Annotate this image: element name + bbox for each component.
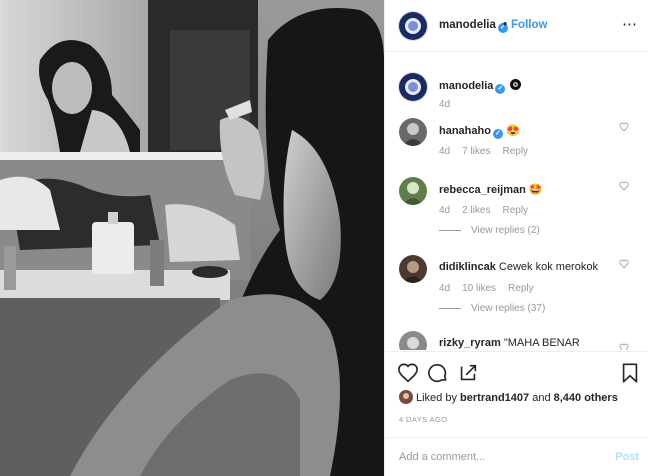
- avatar-image: [399, 177, 427, 205]
- add-comment-bar: Post: [385, 437, 648, 476]
- comment-heart-icon[interactable]: [619, 181, 629, 191]
- likes-prefix: Liked by: [416, 392, 457, 404]
- comment-username[interactable]: rizky_ryram "MAHA BENAR: [439, 337, 580, 349]
- avatar-image: [399, 331, 427, 350]
- comment-text: 🤩: [528, 184, 543, 196]
- instagram-post-modal: manodelia ✓ • Follow ⋯ manodelia ✓ 4d hana: [0, 0, 648, 476]
- comment-avatar[interactable]: [399, 118, 427, 146]
- comment-likes[interactable]: 7 likes: [462, 146, 490, 157]
- reply-button[interactable]: Reply: [502, 146, 528, 157]
- comment-text: 😍: [506, 125, 520, 137]
- comment-username[interactable]: didiklincak Cewek kok merokok: [439, 261, 598, 273]
- comment-meta: 4d 7 likes Reply: [439, 146, 540, 157]
- camera-emoji-icon: [510, 79, 522, 90]
- avatar-image: [399, 73, 427, 101]
- caption-avatar[interactable]: [399, 73, 427, 101]
- comment-heart-icon[interactable]: [619, 343, 629, 350]
- comment-username[interactable]: rebecca_reijman 🤩: [439, 183, 543, 196]
- comment-likes[interactable]: 10 likes: [462, 283, 496, 294]
- liker-avatar: [399, 390, 413, 404]
- avatar-image: [399, 12, 427, 40]
- comment-username[interactable]: hanahaho ✓ 😍: [439, 124, 520, 139]
- post-photo[interactable]: [0, 0, 384, 476]
- comment-time: 4d: [439, 146, 451, 157]
- comment-bubble-icon[interactable]: [427, 362, 449, 384]
- verified-badge-icon: ✓: [495, 84, 506, 94]
- post-date[interactable]: 4 DAYS AGO: [399, 415, 447, 424]
- caption-time: 4d: [439, 99, 451, 110]
- author-avatar[interactable]: [399, 12, 427, 40]
- comments-list[interactable]: manodelia ✓ 4d hanahaho ✓ 😍 4d 7 likes Reply: [385, 53, 648, 350]
- avatar-image: [399, 390, 413, 404]
- comment-text: Cewek kok merokok: [498, 261, 598, 273]
- verified-badge-icon: ✓: [492, 129, 503, 139]
- comment-avatar[interactable]: [399, 177, 427, 205]
- avatar-image: [399, 118, 427, 146]
- liker-username[interactable]: bertrand1407: [460, 392, 529, 404]
- follow-label: Follow: [511, 19, 548, 31]
- view-replies-button[interactable]: View replies (37): [439, 303, 545, 314]
- photo-image: [0, 0, 384, 476]
- bookmark-icon[interactable]: [619, 362, 641, 384]
- comment-likes[interactable]: 2 likes: [462, 205, 490, 216]
- caption-username[interactable]: manodelia ✓: [439, 79, 522, 94]
- avatar-image: [399, 255, 427, 283]
- comment-heart-icon[interactable]: [619, 259, 629, 269]
- post-comment-button[interactable]: Post: [615, 451, 639, 463]
- comment-meta: 4d 10 likes Reply: [439, 283, 546, 294]
- post-side-panel: manodelia ✓ • Follow ⋯ manodelia ✓ 4d hana: [384, 0, 648, 476]
- add-comment-input[interactable]: [399, 451, 599, 463]
- comment-text: "MAHA BENAR: [503, 337, 580, 349]
- view-replies-button[interactable]: View replies (2): [439, 225, 540, 236]
- likes-and: and: [532, 392, 551, 404]
- separator-dot: •: [503, 19, 508, 31]
- comment-heart-icon[interactable]: [619, 122, 629, 132]
- share-icon[interactable]: [457, 362, 479, 384]
- follow-button[interactable]: • Follow: [503, 19, 547, 31]
- author-username[interactable]: manodelia ✓: [439, 19, 508, 33]
- post-header: manodelia ✓ • Follow ⋯: [385, 0, 648, 52]
- likes-others-count[interactable]: 8,440 others: [554, 392, 618, 404]
- more-options-icon[interactable]: ⋯: [622, 15, 638, 33]
- comment-time: 4d: [439, 283, 451, 294]
- likes-summary[interactable]: Liked by bertrand1407 and 8,440 others: [399, 390, 618, 404]
- reply-button[interactable]: Reply: [508, 283, 534, 294]
- post-actions-bar: [385, 351, 648, 389]
- comment-avatar[interactable]: [399, 255, 427, 283]
- comment-avatar[interactable]: [399, 331, 427, 350]
- reply-button[interactable]: Reply: [502, 205, 528, 216]
- comment-time: 4d: [439, 205, 451, 216]
- heart-icon[interactable]: [397, 362, 419, 384]
- comment-meta: 4d 2 likes Reply: [439, 205, 540, 216]
